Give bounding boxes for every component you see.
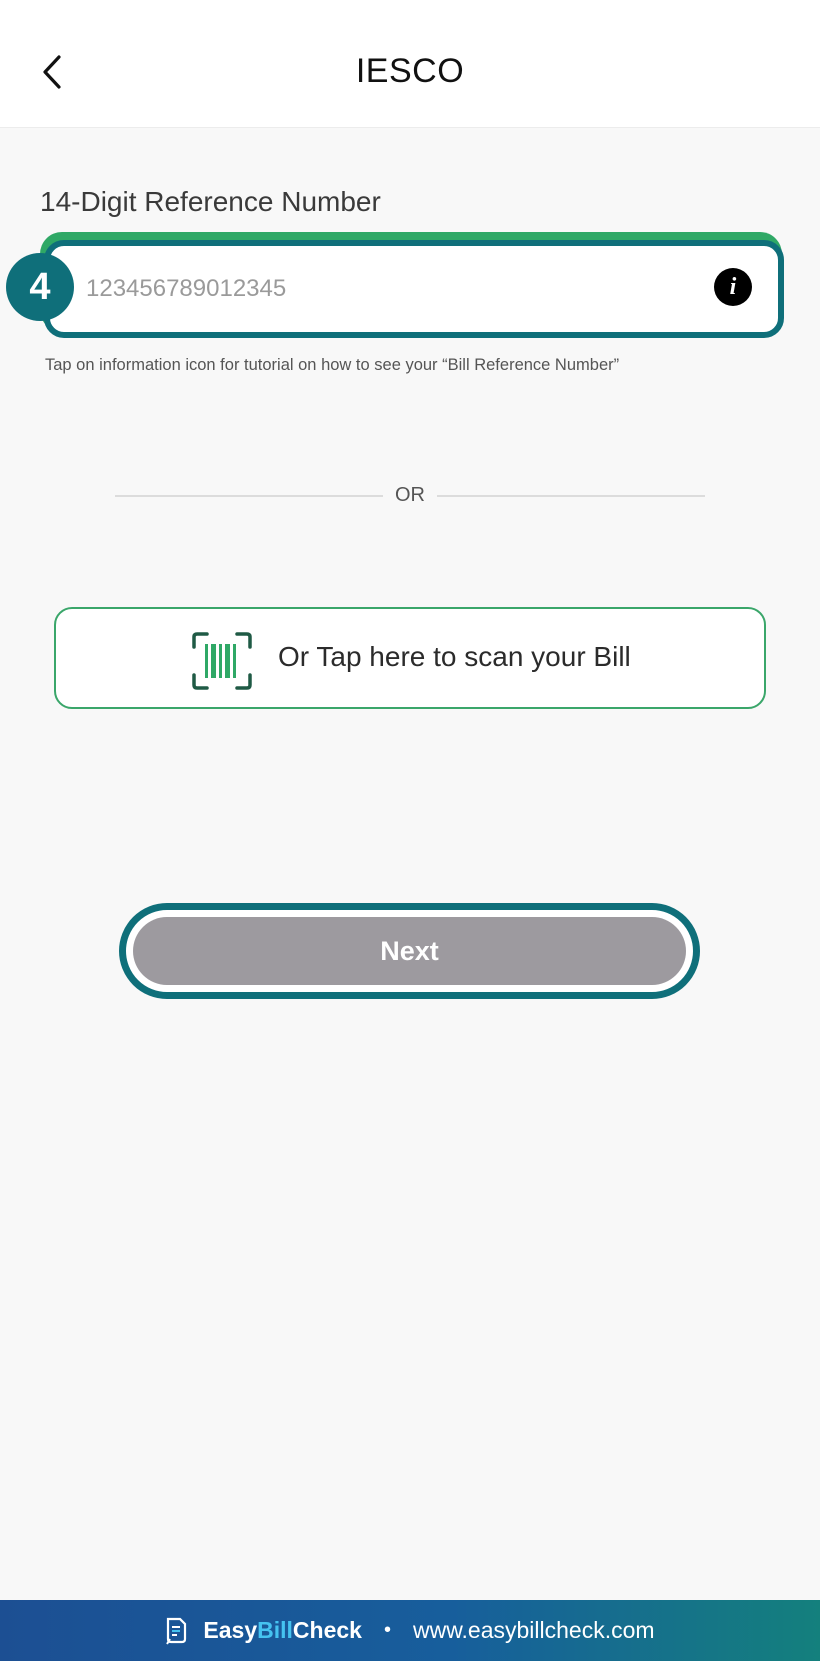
reference-number-input[interactable] — [86, 264, 646, 314]
brand-check: Check — [292, 1617, 362, 1643]
brand-easy: Easy — [203, 1617, 258, 1643]
scan-bill-button[interactable]: Or Tap here to scan your Bill — [54, 607, 766, 709]
footer-url: www.easybillcheck.com — [412, 1617, 655, 1643]
reference-input-container: i — [44, 240, 784, 338]
divider-line-right — [437, 495, 705, 497]
scan-bill-label: Or Tap here to scan your Bill — [278, 641, 631, 672]
or-text: OR — [395, 484, 425, 506]
step-badge: 4 — [6, 253, 74, 321]
page-title: IESCO — [355, 52, 465, 90]
footer-banner: EasyBillCheck • www.easybillcheck.com — [0, 1600, 820, 1661]
or-divider: OR — [115, 482, 705, 512]
next-button-highlight: Next — [119, 903, 700, 999]
info-icon[interactable]: i — [714, 268, 752, 306]
document-check-icon — [165, 1617, 187, 1645]
app-header: IESCO — [0, 0, 820, 128]
reference-number-label: 14-Digit Reference Number — [40, 186, 381, 217]
brand-name: EasyBillCheck — [203, 1617, 362, 1644]
next-button[interactable]: Next — [133, 917, 686, 985]
footer-separator: • — [383, 1619, 391, 1641]
reference-hint-text: Tap on information icon for tutorial on … — [45, 356, 620, 374]
divider-line-left — [115, 495, 383, 497]
brand-bill: Bill — [257, 1617, 293, 1643]
barcode-scan-icon — [192, 632, 252, 690]
